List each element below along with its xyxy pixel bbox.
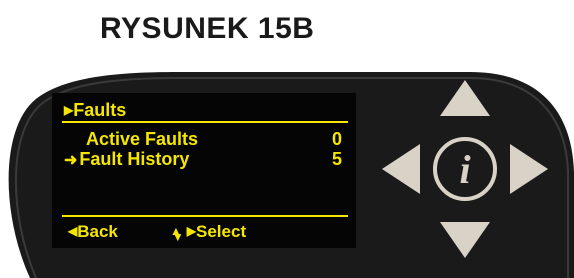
menu-title: Faults <box>73 100 127 120</box>
triangle-right-icon: ▶ <box>186 224 197 238</box>
menu-title-row: ▶Faults <box>64 100 348 120</box>
menu-item-active-faults[interactable]: Active Faults 0 <box>86 129 348 149</box>
figure-title: RYSUNEK 15B <box>100 12 315 45</box>
select-label: Select <box>196 222 247 241</box>
menu-item-label: Active Faults <box>86 129 199 149</box>
lcd-screen: ▶Faults Active Faults 0 ➜ Fault History 5… <box>52 93 356 248</box>
menu-item-label: Fault History <box>79 149 190 169</box>
figure: RYSUNEK 15B i ▶Faults Active Faults 0 ➜ … <box>0 0 574 278</box>
selection-arrow-icon: ➜ <box>64 152 78 169</box>
triangle-left-icon: ◀ <box>68 224 78 238</box>
back-label: Back <box>77 222 118 241</box>
info-icon: i <box>459 147 470 192</box>
menu-item-fault-history[interactable]: ➜ Fault History 5 <box>64 149 348 171</box>
down-icon: ▼ <box>171 230 184 244</box>
title-divider <box>62 121 348 123</box>
menu-item-value: 5 <box>331 149 342 169</box>
select-softkey[interactable]: ▲ ▼ ▶Select <box>170 221 246 247</box>
triangle-right-icon: ▶ <box>64 103 74 117</box>
softkey-divider <box>62 215 348 217</box>
back-softkey[interactable]: ◀Back <box>68 221 118 242</box>
menu-item-value: 0 <box>331 129 342 149</box>
